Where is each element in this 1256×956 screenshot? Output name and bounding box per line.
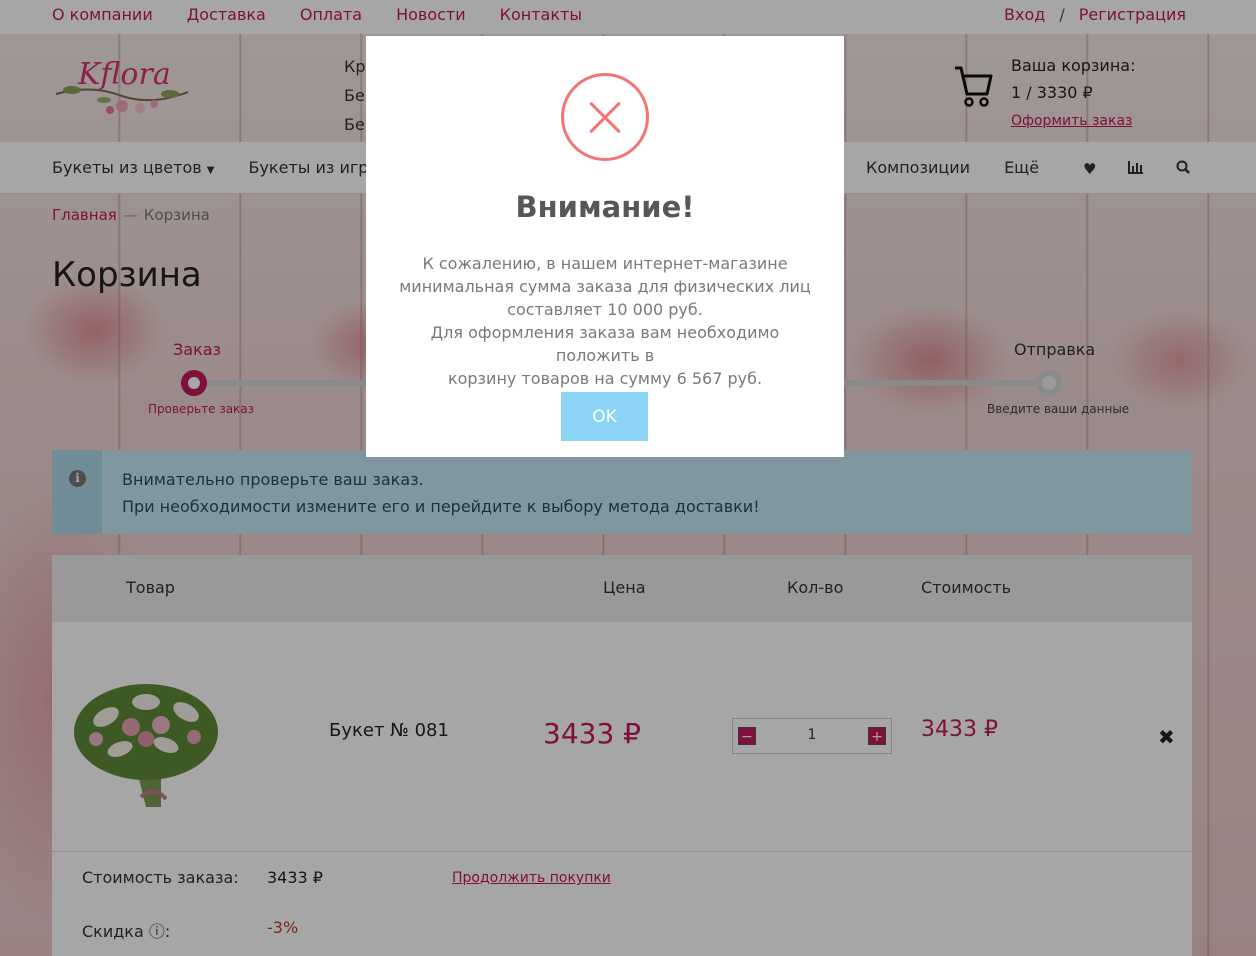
modal-line-3: составляет 10 000 руб. [507, 300, 703, 319]
modal-line-1: К сожалению, в нашем интернет-магазине [422, 254, 788, 273]
ok-button[interactable]: OK [561, 392, 648, 441]
modal-line-4: Для оформления заказа вам необходимо пол… [430, 323, 780, 365]
modal-title: Внимание! [515, 190, 695, 224]
modal-line-2: минимальная сумма заказа для физических … [399, 277, 811, 296]
alert-modal: Внимание! К сожалению, в нашем интернет-… [366, 36, 844, 457]
modal-message: К сожалению, в нашем интернет-магазине м… [390, 252, 820, 390]
modal-line-5: корзину товаров на сумму 6 567 руб. [447, 369, 763, 388]
error-x-icon [561, 73, 649, 161]
